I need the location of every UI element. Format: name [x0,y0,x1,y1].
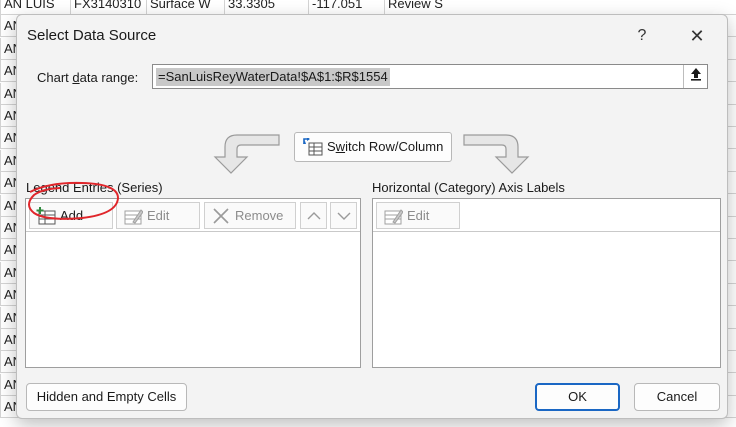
edit-axis-labels-button[interactable]: Edit [376,202,460,229]
switch-label-part: S [327,139,336,154]
legend-toolbar: Add Edit Remove [26,199,360,232]
sheet-cell: -117.051 [308,0,384,15]
move-down-button[interactable] [330,202,357,229]
help-button[interactable]: ? [627,21,657,51]
remove-series-button[interactable]: Remove [204,202,296,229]
sheet-cell: 33.3305 [224,0,308,15]
sheet-cell: Surface W [146,0,224,15]
legend-entries-panel: Add Edit Remove [25,198,361,368]
switch-table-icon [303,138,323,156]
remove-label: Remove [235,208,284,223]
chart-data-range-value[interactable]: =SanLuisReyWaterData!$A$1:$R$1554 [156,68,390,86]
edit-table-icon [384,209,403,225]
axis-labels-label: Horizontal (Category) Axis Labels [372,180,565,195]
sheet-cell: Review S [384,0,736,15]
add-table-icon [36,207,56,225]
add-series-button[interactable]: Add [29,202,113,229]
curved-arrow-left-icon [213,134,280,174]
edit-table-icon [124,209,143,225]
cancel-button[interactable]: Cancel [634,383,720,411]
range-label-accel: d [72,70,80,85]
sheet-cell: AN LUIS [0,0,70,15]
select-data-source-dialog: Select Data Source ? ✕ Chart data range:… [16,14,728,419]
edit-series-button[interactable]: Edit [116,202,200,229]
move-up-button[interactable] [300,202,327,229]
switch-row-column-button[interactable]: Switch Row/Column [294,132,452,162]
switch-label-part: itch Row/Column [345,139,444,154]
sheet-row: AN LUIS FX3140310 Surface W 33.3305 -117.051… [0,0,736,15]
axis-toolbar: Edit [373,199,720,232]
close-button[interactable]: ✕ [681,21,713,51]
add-label: Add [60,208,84,223]
edit-label: Edit [147,208,170,223]
range-label-part: ata range: [79,70,139,85]
chart-data-range-label: Chart data range: [37,70,138,85]
chart-data-range-input[interactable]: =SanLuisReyWaterData!$A$1:$R$1554 [152,64,708,89]
upload-arrow-icon [690,68,701,81]
remove-x-icon [213,208,229,224]
hidden-empty-cells-button[interactable]: Hidden and Empty Cells [26,383,187,411]
sheet-cell: FX3140310 [70,0,146,15]
edit-label: Edit [407,208,430,223]
chevron-up-icon [307,212,320,220]
switch-label-accel: w [335,139,346,154]
range-label-part: Chart [37,70,73,85]
axis-labels-panel: Edit [372,198,721,368]
collapse-dialog-button[interactable] [683,65,707,88]
legend-entries-label: Legend Entries (Series) [26,180,163,195]
dialog-title: Select Data Source [27,27,157,44]
ok-button[interactable]: OK [535,383,620,411]
chevron-down-icon [337,212,350,220]
curved-arrow-right-icon [463,134,530,174]
